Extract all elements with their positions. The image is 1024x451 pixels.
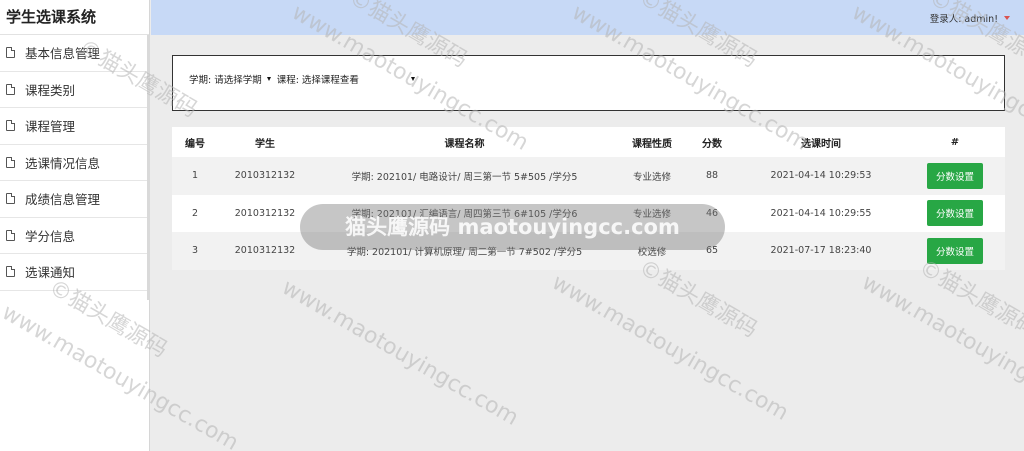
cell-time: 2021-04-14 10:29:55 (737, 194, 905, 232)
filter-row: 学期: 请选择学期 课程: 选择课程查看 (189, 72, 421, 86)
sidebar-item-grade-management[interactable]: 成绩信息管理 (0, 181, 149, 218)
column-header-nature: 课程性质 (617, 127, 687, 157)
sidebar-item-course-management[interactable]: 课程管理 (0, 108, 149, 145)
cell-id: 3 (172, 232, 218, 270)
top-header: 登录人: admin! (151, 0, 1024, 35)
sidebar-item-label: 基本信息管理 (25, 46, 101, 62)
filter-panel: 学期: 请选择学期 课程: 选择课程查看 (172, 55, 1005, 111)
sidebar-item-notice[interactable]: 选课通知 (0, 254, 149, 291)
column-header-time: 选课时间 (737, 127, 905, 157)
table-header-row: 编号 学生 课程名称 课程性质 分数 选课时间 # (172, 127, 1005, 157)
dropdown-arrow-icon (266, 77, 271, 81)
cell-nature: 专业选修 (617, 194, 687, 232)
document-icon (6, 120, 15, 132)
document-icon (6, 83, 15, 95)
column-header-course: 课程名称 (312, 127, 617, 157)
sidebar-item-label: 选课通知 (25, 265, 76, 281)
sidebar: 学生选课系统 基本信息管理 课程类别 课程管理 选课情况信息 成绩信息管理 学分… (0, 0, 150, 451)
cell-course: 学期: 202101/ 计算机原理/ 周二第一节 7#502 /学分5 (312, 232, 617, 270)
cell-id: 2 (172, 194, 218, 232)
course-select-value: 选择课程查看 (301, 75, 359, 86)
cell-nature: 专业选修 (617, 157, 687, 195)
watermark-url: www.maotouyingcc.com (857, 270, 1024, 426)
term-select-value: 请选择学期 (214, 75, 262, 86)
cell-student: 2010312132 (218, 194, 312, 232)
cell-id: 1 (172, 157, 218, 195)
sidebar-item-label: 课程管理 (25, 119, 76, 135)
user-label: 登录人: admin! (929, 14, 998, 25)
column-header-student: 学生 (218, 127, 312, 157)
sidebar-item-label: 学分信息 (25, 228, 76, 244)
cell-time: 2021-04-14 10:29:53 (737, 157, 905, 195)
dropdown-arrow-icon (410, 77, 415, 81)
sidebar-menu: 基本信息管理 课程类别 课程管理 选课情况信息 成绩信息管理 学分信息 选课通知 (0, 35, 149, 291)
cell-score: 65 (687, 232, 737, 270)
cell-course: 学期: 202101/ 汇编语言/ 周四第三节 6#105 /学分6 (312, 194, 617, 232)
document-icon (6, 266, 15, 278)
cell-score: 46 (687, 194, 737, 232)
watermark-url: www.maotouyingcc.com (277, 275, 523, 431)
cell-action: 分数设置 (905, 194, 1005, 232)
column-header-score: 分数 (687, 127, 737, 157)
sidebar-item-course-category[interactable]: 课程类别 (0, 72, 149, 108)
course-select[interactable]: 选择课程查看 (302, 72, 415, 86)
sidebar-item-label: 成绩信息管理 (25, 192, 101, 208)
selection-table: 编号 学生 课程名称 课程性质 分数 选课时间 # 1 2010312132 学… (172, 127, 1005, 270)
document-icon (6, 193, 15, 205)
set-score-button[interactable]: 分数设置 (926, 237, 983, 264)
set-score-button[interactable]: 分数设置 (926, 200, 983, 227)
column-header-action: # (905, 127, 1005, 157)
user-menu[interactable]: 登录人: admin! (930, 11, 1010, 25)
course-label: 课程: (276, 75, 299, 86)
sidebar-item-credit-info[interactable]: 学分信息 (0, 218, 149, 254)
term-select[interactable]: 请选择学期 (214, 72, 271, 86)
watermark-url: www.maotouyingcc.com (547, 270, 793, 426)
set-score-button[interactable]: 分数设置 (926, 162, 983, 189)
table-row: 3 2010312132 学期: 202101/ 计算机原理/ 周二第一节 7#… (172, 232, 1005, 270)
cell-time: 2021-07-17 18:23:40 (737, 232, 905, 270)
document-icon (6, 47, 15, 59)
cell-student: 2010312132 (218, 157, 312, 195)
app-title: 学生选课系统 (0, 0, 149, 35)
chevron-down-icon (1004, 16, 1010, 20)
table-row: 2 2010312132 学期: 202101/ 汇编语言/ 周四第三节 6#1… (172, 194, 1005, 232)
cell-student: 2010312132 (218, 232, 312, 270)
cell-score: 88 (687, 157, 737, 195)
cell-nature: 校选修 (617, 232, 687, 270)
term-label: 学期: (189, 75, 212, 86)
sidebar-item-label: 选课情况信息 (25, 155, 101, 171)
sidebar-item-basic-info[interactable]: 基本信息管理 (0, 35, 149, 72)
cell-course: 学期: 202101/ 电路设计/ 周三第一节 5#505 /学分5 (312, 157, 617, 195)
sidebar-scrollbar[interactable] (147, 35, 150, 300)
cell-action: 分数设置 (905, 232, 1005, 270)
cell-action: 分数设置 (905, 157, 1005, 195)
document-icon (6, 156, 15, 168)
document-icon (6, 229, 15, 241)
column-header-id: 编号 (172, 127, 218, 157)
sidebar-item-label: 课程类别 (25, 82, 76, 98)
table-row: 1 2010312132 学期: 202101/ 电路设计/ 周三第一节 5#5… (172, 157, 1005, 195)
sidebar-item-selection-info[interactable]: 选课情况信息 (0, 145, 149, 181)
